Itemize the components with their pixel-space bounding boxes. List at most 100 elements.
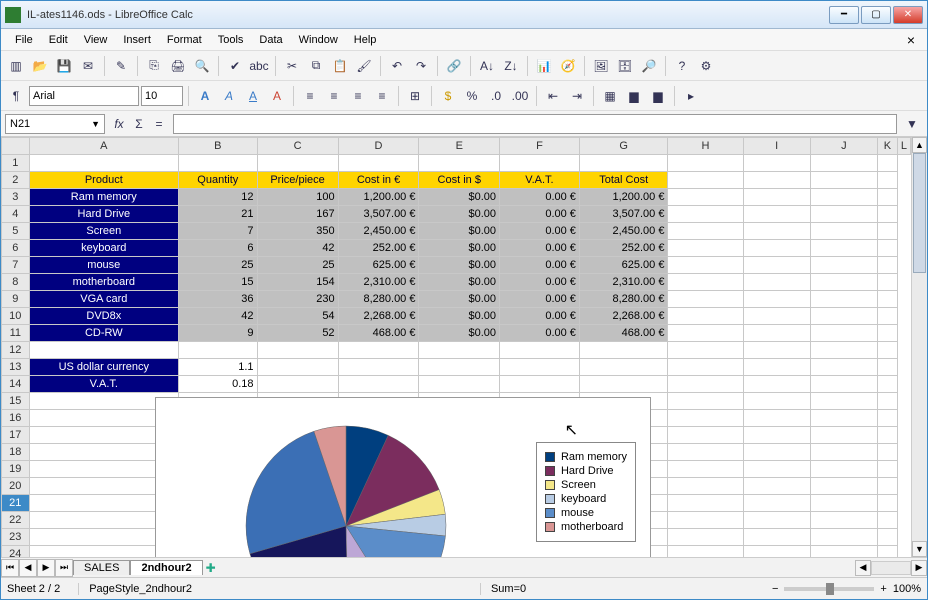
format-paint-icon[interactable]: 🖌 <box>353 55 375 77</box>
cell[interactable] <box>419 155 500 172</box>
navigator-icon[interactable]: 🧭 <box>557 55 579 77</box>
scroll-up-icon[interactable]: ▲ <box>912 137 927 153</box>
cell[interactable] <box>668 240 743 257</box>
name-box-dropdown-icon[interactable]: ▼ <box>91 119 100 129</box>
cell[interactable] <box>500 376 580 393</box>
cell[interactable]: 625.00 € <box>338 257 419 274</box>
row-header[interactable]: 16 <box>2 410 30 427</box>
cell[interactable]: 100 <box>257 189 338 206</box>
sum-icon[interactable]: Σ <box>129 114 149 134</box>
zoom-in-icon[interactable]: + <box>880 583 886 595</box>
col-C[interactable]: C <box>257 138 338 155</box>
cell[interactable]: 350 <box>257 223 338 240</box>
cell[interactable]: 7 <box>179 223 258 240</box>
cell[interactable] <box>743 189 810 206</box>
styles-icon[interactable]: ¶ <box>5 85 27 107</box>
row-header[interactable]: 23 <box>2 529 30 546</box>
zoom-slider[interactable] <box>784 587 874 591</box>
select-all-corner[interactable] <box>2 138 30 155</box>
cell[interactable]: 1,200.00 € <box>338 189 419 206</box>
cell[interactable]: 21 <box>179 206 258 223</box>
row-header[interactable]: 5 <box>2 223 30 240</box>
cell[interactable] <box>810 410 877 427</box>
align-right-icon[interactable]: ≡ <box>347 85 369 107</box>
spellcheck-icon[interactable]: ✔ <box>224 55 246 77</box>
menu-file[interactable]: File <box>7 32 41 48</box>
cell[interactable] <box>743 512 810 529</box>
formula-input[interactable] <box>173 114 897 134</box>
cell[interactable] <box>878 172 898 189</box>
cell[interactable]: 6 <box>179 240 258 257</box>
sort-desc-icon[interactable]: Z↓ <box>500 55 522 77</box>
cell[interactable] <box>179 342 258 359</box>
row-header[interactable]: 2 <box>2 172 30 189</box>
cell[interactable] <box>878 359 898 376</box>
cell[interactable] <box>743 240 810 257</box>
cell[interactable] <box>810 257 877 274</box>
align-justify-icon[interactable]: ≡ <box>371 85 393 107</box>
autospell-icon[interactable]: abc <box>248 55 270 77</box>
cell[interactable] <box>878 291 898 308</box>
cell[interactable]: 1.1 <box>179 359 258 376</box>
cell[interactable]: 625.00 € <box>579 257 668 274</box>
cell[interactable] <box>668 376 743 393</box>
cell[interactable] <box>668 274 743 291</box>
undo-icon[interactable]: ↶ <box>386 55 408 77</box>
cell[interactable] <box>878 393 898 410</box>
menu-edit[interactable]: Edit <box>41 32 76 48</box>
cell[interactable] <box>810 240 877 257</box>
cell[interactable] <box>500 342 580 359</box>
cell[interactable]: 8,280.00 € <box>579 291 668 308</box>
cell[interactable] <box>668 546 743 558</box>
cell[interactable] <box>257 376 338 393</box>
cell[interactable] <box>878 308 898 325</box>
cell[interactable]: 36 <box>179 291 258 308</box>
hscroll-left-icon[interactable]: ◀ <box>855 560 871 576</box>
cell[interactable]: 0.00 € <box>500 257 580 274</box>
export-pdf-icon[interactable]: ⎘ <box>143 55 165 77</box>
cell[interactable] <box>338 155 419 172</box>
cell[interactable]: 12 <box>179 189 258 206</box>
col-B[interactable]: B <box>179 138 258 155</box>
cell[interactable] <box>810 359 877 376</box>
row-header[interactable]: 10 <box>2 308 30 325</box>
cell[interactable]: 167 <box>257 206 338 223</box>
scroll-down-icon[interactable]: ▼ <box>912 541 927 557</box>
cell[interactable]: Quantity <box>179 172 258 189</box>
cell[interactable]: 0.00 € <box>500 308 580 325</box>
cell[interactable]: 15 <box>179 274 258 291</box>
row-header[interactable]: 6 <box>2 240 30 257</box>
cell[interactable]: Screen <box>29 223 178 240</box>
underline-icon[interactable]: A <box>242 85 264 107</box>
cell[interactable] <box>743 291 810 308</box>
cell[interactable]: Product <box>29 172 178 189</box>
close-button[interactable]: ✕ <box>893 6 923 24</box>
cell[interactable] <box>29 342 178 359</box>
add-decimal-icon[interactable]: .00 <box>509 85 531 107</box>
row-header[interactable]: 24 <box>2 546 30 558</box>
col-L[interactable]: L <box>897 138 910 155</box>
cell[interactable] <box>878 376 898 393</box>
col-F[interactable]: F <box>500 138 580 155</box>
cell[interactable] <box>810 172 877 189</box>
cell[interactable] <box>878 444 898 461</box>
cell[interactable]: 0.00 € <box>500 325 580 342</box>
cell[interactable]: 0.00 € <box>500 240 580 257</box>
cell[interactable] <box>668 461 743 478</box>
cell[interactable] <box>743 495 810 512</box>
number-format-icon[interactable]: .0 <box>485 85 507 107</box>
sheet-tab-2ndhour2[interactable]: 2ndhour2 <box>130 560 202 575</box>
cell[interactable] <box>810 308 877 325</box>
cell[interactable]: DVD8x <box>29 308 178 325</box>
formula-expand-icon[interactable]: ▼ <box>901 113 923 135</box>
cell[interactable] <box>668 155 743 172</box>
zoom-out-icon[interactable]: − <box>772 583 778 595</box>
cell[interactable] <box>810 325 877 342</box>
cell[interactable]: 0.00 € <box>500 274 580 291</box>
cell[interactable] <box>179 155 258 172</box>
cell[interactable]: 230 <box>257 291 338 308</box>
row-header[interactable]: 1 <box>2 155 30 172</box>
row-header[interactable]: 21 <box>2 495 30 512</box>
cell[interactable] <box>878 240 898 257</box>
scroll-thumb[interactable] <box>913 153 926 273</box>
